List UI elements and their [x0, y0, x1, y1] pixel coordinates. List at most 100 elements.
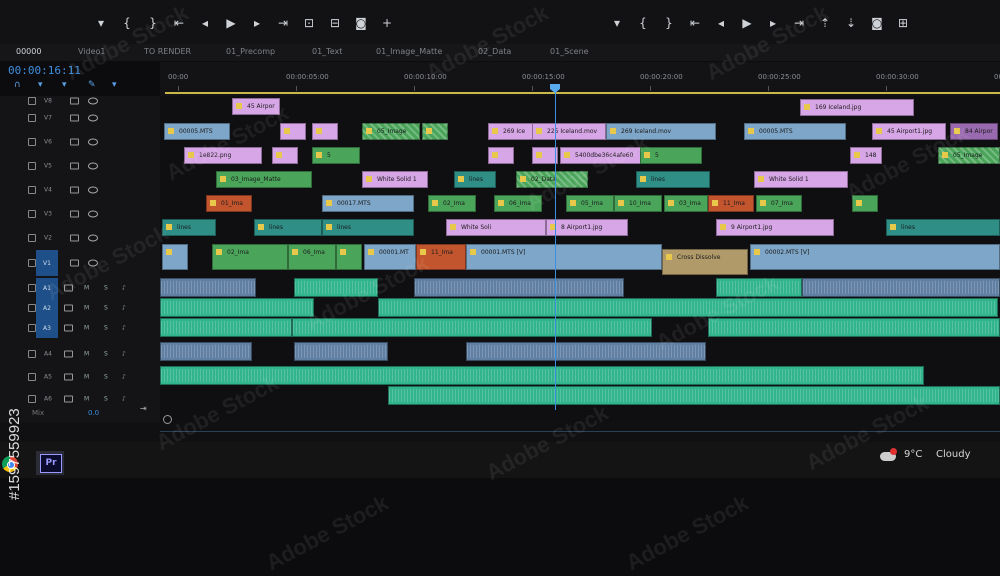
video-clip[interactable]: 225 Iceland.mov: [532, 123, 606, 140]
video-clip[interactable]: White Soli: [446, 219, 546, 236]
video-clip[interactable]: 02_Data: [516, 171, 588, 188]
voiceover-mic-icon[interactable]: ♪: [122, 285, 126, 292]
voiceover-mic-icon[interactable]: ♪: [122, 325, 126, 332]
eye-icon[interactable]: [88, 97, 98, 105]
lock-icon[interactable]: [28, 324, 36, 332]
track-label[interactable]: A3: [36, 318, 58, 338]
audio-clip[interactable]: [294, 278, 378, 297]
video-clip[interactable]: [488, 147, 514, 164]
audio-clip[interactable]: [292, 318, 652, 337]
lock-icon[interactable]: [28, 210, 36, 218]
mute-button[interactable]: M: [84, 285, 89, 292]
audio-clip[interactable]: [708, 318, 1000, 337]
video-clip[interactable]: [272, 147, 298, 164]
export-frame-icon[interactable]: ◙: [868, 14, 886, 32]
tab-00000[interactable]: 00000: [16, 47, 41, 56]
video-clip[interactable]: 02_Ima: [428, 195, 476, 212]
video-clip[interactable]: lines: [254, 219, 322, 236]
video-clip[interactable]: 169 Iceland.jpg: [800, 99, 914, 116]
video-clip[interactable]: 10_Ima: [614, 195, 662, 212]
snap-icon[interactable]: ∩: [14, 80, 21, 90]
audio-clip[interactable]: [716, 278, 802, 297]
lift-icon[interactable]: ⇡: [816, 14, 834, 32]
video-clip[interactable]: 06_Ima: [288, 244, 336, 270]
track-label[interactable]: V4: [44, 187, 52, 194]
go-to-out-icon[interactable]: ⇥: [790, 14, 808, 32]
playhead-timecode[interactable]: 00:00:16:11: [8, 64, 81, 77]
out-point-icon[interactable]: }: [144, 14, 162, 32]
in-point-icon[interactable]: {: [634, 14, 652, 32]
tab-02-data[interactable]: 02_Data: [478, 47, 511, 56]
solo-button[interactable]: S: [104, 351, 108, 358]
video-clip[interactable]: lines: [162, 219, 216, 236]
solo-button[interactable]: S: [104, 396, 108, 403]
extract-icon[interactable]: ⇣: [842, 14, 860, 32]
lock-icon[interactable]: [28, 138, 36, 146]
track-label[interactable]: A6: [44, 396, 52, 403]
track-label[interactable]: V2: [44, 235, 52, 242]
sync-lock-icon[interactable]: [64, 304, 73, 312]
filmstrip-icon[interactable]: [70, 138, 79, 146]
mute-button[interactable]: M: [84, 374, 89, 381]
video-clip[interactable]: 269 Ice: [488, 123, 536, 140]
audio-clip[interactable]: [160, 318, 292, 337]
video-clip[interactable]: [422, 123, 448, 140]
video-clip[interactable]: 00001.MTS [V]: [466, 244, 662, 270]
video-clip[interactable]: 02_Ima: [212, 244, 288, 270]
sync-lock-icon[interactable]: [64, 324, 73, 332]
filmstrip-icon[interactable]: [70, 114, 79, 122]
step-back-icon[interactable]: ◂: [196, 14, 214, 32]
eye-icon[interactable]: [88, 162, 98, 170]
play-icon[interactable]: ▶: [738, 14, 756, 32]
video-clip[interactable]: 01_Ima: [206, 195, 252, 212]
track-label[interactable]: V8: [44, 98, 52, 105]
track-label[interactable]: V1: [36, 250, 58, 276]
video-clip[interactable]: 269 Iceland.mov: [606, 123, 716, 140]
video-clip[interactable]: Cross Dissolve: [662, 249, 748, 275]
video-clip[interactable]: [280, 123, 306, 140]
video-clip[interactable]: lines: [636, 171, 710, 188]
tab-01-image-matte[interactable]: 01_Image_Matte: [376, 47, 442, 56]
filmstrip-icon[interactable]: [70, 186, 79, 194]
lock-icon[interactable]: [28, 395, 36, 403]
video-clip[interactable]: lines: [454, 171, 496, 188]
sync-lock-icon[interactable]: [64, 373, 73, 381]
audio-clip[interactable]: [802, 278, 1000, 297]
track-label[interactable]: A4: [44, 351, 52, 358]
track-label[interactable]: A5: [44, 374, 52, 381]
mix-value[interactable]: 0.0: [88, 409, 99, 417]
track-label[interactable]: V6: [44, 139, 52, 146]
video-clip[interactable]: 05_Image: [362, 123, 420, 140]
step-forward-icon[interactable]: ▸: [764, 14, 782, 32]
video-clip[interactable]: White Solid 1: [754, 171, 848, 188]
out-point-icon[interactable]: }: [660, 14, 678, 32]
lock-icon[interactable]: [28, 350, 36, 358]
eye-icon[interactable]: [88, 234, 98, 242]
audio-clip[interactable]: [160, 298, 314, 317]
audio-clip[interactable]: [378, 298, 998, 317]
go-to-in-icon[interactable]: ⇤: [686, 14, 704, 32]
compare-icon[interactable]: ⊞: [894, 14, 912, 32]
in-point-icon[interactable]: {: [118, 14, 136, 32]
marker-icon[interactable]: ▾: [92, 14, 110, 32]
solo-button[interactable]: S: [104, 325, 108, 332]
play-icon[interactable]: ▶: [222, 14, 240, 32]
export-frame-icon[interactable]: ◙: [352, 14, 370, 32]
track-label[interactable]: V5: [44, 163, 52, 170]
video-clip[interactable]: 07_Ima: [756, 195, 802, 212]
collapse-icon[interactable]: ⇥: [140, 404, 147, 413]
video-clip[interactable]: 45 Airpor: [232, 98, 280, 115]
sync-lock-icon[interactable]: [64, 350, 73, 358]
audio-clip[interactable]: [160, 278, 256, 297]
lock-icon[interactable]: [28, 162, 36, 170]
filmstrip-icon[interactable]: [70, 97, 79, 105]
video-clip[interactable]: 03_Image_Matte: [216, 171, 312, 188]
premiere-pro-icon[interactable]: Pr: [36, 451, 64, 475]
sync-lock-icon[interactable]: [64, 395, 73, 403]
track-label[interactable]: A2: [36, 298, 58, 318]
video-clip[interactable]: [336, 244, 362, 270]
video-clip[interactable]: 03_Ima: [664, 195, 708, 212]
lock-icon[interactable]: [28, 304, 36, 312]
video-clip[interactable]: 84 Airpor: [950, 123, 998, 140]
timeline-tracks[interactable]: 45 Airpor 169 Iceland.jpg 00005.MTS 05_Imag…: [160, 96, 1000, 422]
